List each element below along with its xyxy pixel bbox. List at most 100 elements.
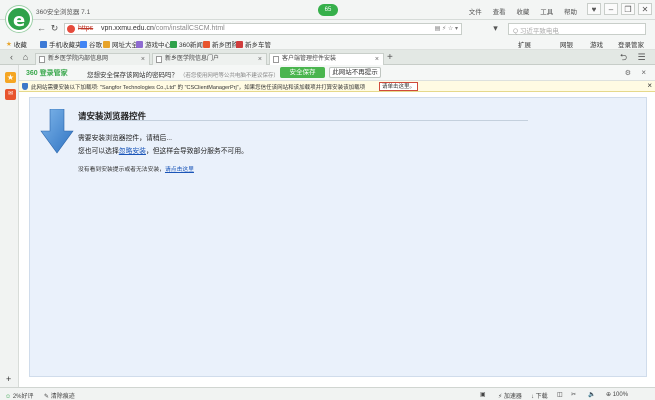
google-icon (80, 40, 87, 48)
window-controls: ♥ – ❐ ✕ (584, 3, 652, 15)
smile-icon: ☺ (5, 394, 12, 400)
back-icon[interactable]: ← (36, 23, 47, 34)
secure-save-button[interactable]: 安全保存 (280, 67, 325, 78)
install-message: 需要安装浏览器控件，请稍后... (78, 135, 173, 142)
close-button[interactable]: ✕ (638, 3, 652, 15)
help-message: 没有看到安装提示或者无法安装，请点击这里 (78, 167, 194, 173)
clean-traces-button[interactable]: ✎ 清除痕迹 (44, 391, 75, 400)
login-manager-brand: 360 登录管家 (26, 70, 68, 77)
menu-favorites[interactable]: 收藏 (516, 9, 529, 16)
rating-status[interactable]: ☺ 2%好评 (5, 391, 34, 400)
star-icon: ★ (6, 41, 12, 48)
game-icon (136, 40, 143, 48)
page-icon-status[interactable]: ▣ (480, 391, 486, 398)
title-menu: 文件 查看 收藏 工具 帮助 (460, 6, 577, 16)
install-panel: 请安装浏览器控件 需要安装浏览器控件，请稍后... 您也可以选择忽略安装，但这样… (29, 97, 647, 377)
bookmarks-bar: ★ 收藏 手机收藏夹 谷歌 网址大全 游戏中心 360新闻 新乡团购 新乡车管 扩… (0, 37, 655, 50)
save-password-question: 您想安全保存该网站的密码吗？ （若您使用网吧等公共电脑不建议保存） (87, 72, 279, 79)
minimize-button[interactable]: – (604, 3, 618, 15)
address-url[interactable]: vpn.xxmu.edu.cn/com/installCSCM.html (101, 25, 225, 32)
menu-tools[interactable]: 工具 (540, 9, 553, 16)
never-prompt-button[interactable]: 此网站不再提示 (329, 67, 381, 78)
menu-help[interactable]: 帮助 (564, 9, 577, 16)
favorites-star-icon[interactable]: ★ (5, 72, 16, 83)
status-bar: ☺ 2%好评 ✎ 清除痕迹 ▣ ⚡ 加速器 ↓ 下载 ◫ ✂ 🔈 ⊕ 100% (0, 387, 655, 400)
tab-scroll-left-icon[interactable]: ‹ (6, 52, 17, 63)
page-icon (273, 56, 279, 63)
bookmark-item[interactable]: 新乡车管 (236, 39, 271, 49)
address-scheme: https (78, 25, 94, 32)
download-button[interactable]: ↓ 下载 (531, 391, 548, 400)
news-icon (170, 40, 177, 48)
volume-icon[interactable]: 🔈 (588, 391, 595, 398)
click-here-link[interactable]: 请点击这里 (165, 167, 194, 173)
accelerator-button[interactable]: ⚡ 加速器 (498, 391, 522, 400)
games-button[interactable]: 游戏 (590, 39, 603, 49)
bookmark-item[interactable]: 新乡团购 (203, 39, 238, 49)
tab-bar: ‹ ⌂ 新乡医学院内部信息网 × 新乡医学院信息门户 × 客户端管理控件安装 ×… (0, 50, 655, 66)
tab-close-icon[interactable]: × (258, 54, 262, 65)
bookmark-item[interactable]: 360新闻 (170, 39, 203, 49)
close-icon[interactable]: × (641, 68, 646, 77)
bookmark-item[interactable]: 网址大全 (103, 39, 138, 49)
app-title: 360安全浏览器 7.1 (36, 9, 91, 16)
bookmark-item[interactable]: 谷歌 (80, 39, 102, 49)
ignore-install-link[interactable]: 忽略安装 (119, 148, 146, 155)
download-icon: ↓ (531, 394, 534, 400)
tab-intranet[interactable]: 新乡医学院内部信息网 × (35, 53, 150, 65)
tab-close-icon[interactable]: × (375, 54, 379, 65)
car-icon (236, 40, 243, 48)
extensions-button[interactable]: 扩展 (518, 39, 531, 49)
download-arrow-icon (40, 109, 74, 154)
close-icon[interactable]: × (647, 81, 652, 91)
sites-icon (103, 40, 110, 48)
addon-message: 此网站需要安装以下加载项: "Sangfor Technologies Co.,… (31, 85, 366, 91)
broom-icon: ✎ (44, 394, 50, 400)
zoom-control[interactable]: ⊕ 100% (606, 391, 628, 398)
browser-logo-icon[interactable]: e (6, 6, 32, 32)
login-manager-button[interactable]: 登录管家 (618, 39, 644, 49)
home-icon[interactable]: ⌂ (20, 52, 31, 63)
gear-icon[interactable]: ⚙ (625, 69, 631, 77)
bookmark-item[interactable]: 手机收藏夹 (40, 39, 82, 49)
menu-view[interactable]: 查看 (493, 9, 506, 16)
navigation-bar: ← ↻ https vpn.xxmu.edu.cn/com/installCSC… (0, 20, 655, 37)
divider (78, 120, 528, 121)
notification-badge[interactable]: 65 (318, 4, 338, 16)
screenshot-icon[interactable]: ✂ (571, 391, 576, 398)
install-addon-link[interactable]: 请单击这里。 (379, 82, 419, 91)
refresh-icon[interactable]: ↻ (49, 23, 60, 34)
add-sidebar-icon[interactable]: + (6, 374, 11, 384)
address-bar[interactable]: https vpn.xxmu.edu.cn/com/installCSCM.ht… (64, 23, 462, 35)
title-bar: 360安全浏览器 7.1 65 文件 查看 收藏 工具 帮助 ♥ – ❐ ✕ (0, 0, 655, 20)
address-tools[interactable]: ▤ ⚡ ☆ ▾ (435, 25, 458, 32)
dropdown-icon[interactable]: ▾ (490, 23, 501, 34)
password-save-bar: 360 登录管家 您想安全保存该网站的密码吗？ （若您使用网吧等公共电脑不建议保… (19, 65, 655, 81)
tab-portal[interactable]: 新乡医学院信息门户 × (152, 53, 267, 65)
phone-icon (40, 40, 47, 48)
sidebar: ★ ✉ + (0, 65, 19, 387)
translate-icon[interactable]: ◫ (557, 391, 563, 398)
bank-button[interactable]: 网银 (560, 39, 573, 49)
tab-list-icon[interactable]: ☰ (636, 52, 647, 63)
page-content: 请安装浏览器控件 需要安装浏览器控件，请稍后... 您也可以选择忽略安装，但这样… (19, 92, 655, 387)
zoom-icon: ⊕ (606, 392, 612, 398)
restore-tab-icon[interactable]: ⮌ (618, 52, 629, 63)
accelerator-icon: ⚡ (498, 394, 503, 400)
bookmark-item[interactable]: 游戏中心 (136, 39, 171, 49)
ignore-message: 您也可以选择忽略安装，但这样会导致部分服务不可用。 (78, 148, 248, 155)
menu-file[interactable]: 文件 (469, 9, 482, 16)
shield-icon (22, 83, 28, 90)
maximize-button[interactable]: ❐ (621, 3, 635, 15)
tab-close-icon[interactable]: × (141, 54, 145, 65)
addon-info-bar: 此网站需要安装以下加载项: "Sangfor Technologies Co.,… (19, 81, 655, 92)
favorites-menu[interactable]: ★ 收藏 (6, 39, 27, 49)
mail-icon[interactable]: ✉ (5, 89, 16, 100)
page-icon (39, 56, 45, 63)
new-tab-icon[interactable]: + (387, 53, 393, 63)
skin-icon[interactable]: ♥ (587, 3, 601, 15)
search-input[interactable]: Q 习近平致电电 (508, 23, 646, 35)
groupbuy-icon (203, 40, 210, 48)
search-placeholder: Q 习近平致电电 (513, 28, 559, 35)
page-icon (156, 56, 162, 63)
